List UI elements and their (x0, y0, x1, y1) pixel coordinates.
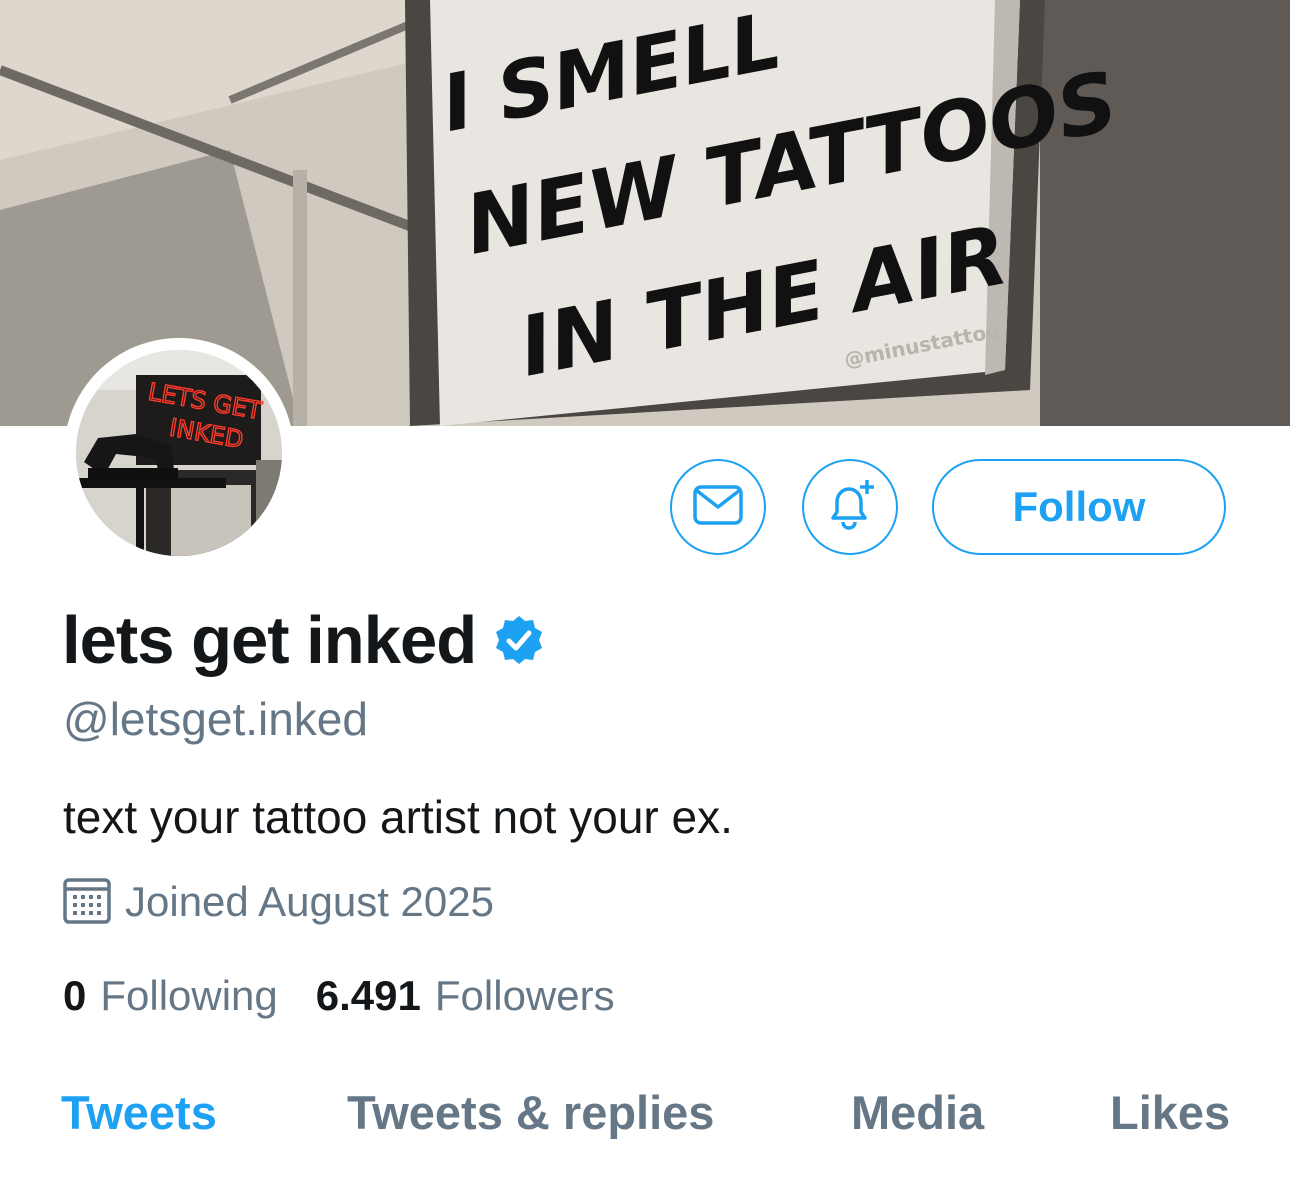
joined-date: Joined August 2025 (125, 878, 494, 925)
joined-row: Joined August 2025 (63, 876, 494, 928)
followers-label: Followers (434, 972, 615, 1019)
message-button[interactable] (670, 459, 766, 555)
profile-name-row: lets get inked (62, 600, 546, 680)
verified-badge-icon (492, 614, 546, 673)
profile-bio: text your tattoo artist not your ex. (63, 791, 733, 843)
tab-media[interactable]: Media (851, 1085, 984, 1140)
follow-button[interactable]: Follow (932, 459, 1226, 555)
envelope-icon (693, 484, 743, 530)
following-count: 0 (63, 972, 87, 1019)
avatar-photo: LETS GET INKED (76, 350, 282, 556)
profile-handle: @letsget.inked (63, 693, 368, 745)
notify-button[interactable] (802, 459, 898, 555)
followers-count: 6.491 (315, 972, 421, 1019)
profile-stats: 0 Following 6.491 Followers (63, 972, 615, 1020)
calendar-icon (63, 876, 111, 929)
tab-tweets-and-replies[interactable]: Tweets & replies (347, 1085, 714, 1140)
followers-stat[interactable]: 6.491 Followers (316, 972, 615, 1020)
following-stat[interactable]: 0 Following (63, 972, 278, 1020)
tab-tweets[interactable]: Tweets (61, 1085, 217, 1140)
bell-plus-icon (823, 478, 877, 537)
profile-name: lets get inked (62, 602, 477, 678)
tab-likes[interactable]: Likes (1110, 1085, 1230, 1140)
following-label: Following (100, 972, 278, 1019)
profile-avatar[interactable]: LETS GET INKED (64, 338, 294, 568)
